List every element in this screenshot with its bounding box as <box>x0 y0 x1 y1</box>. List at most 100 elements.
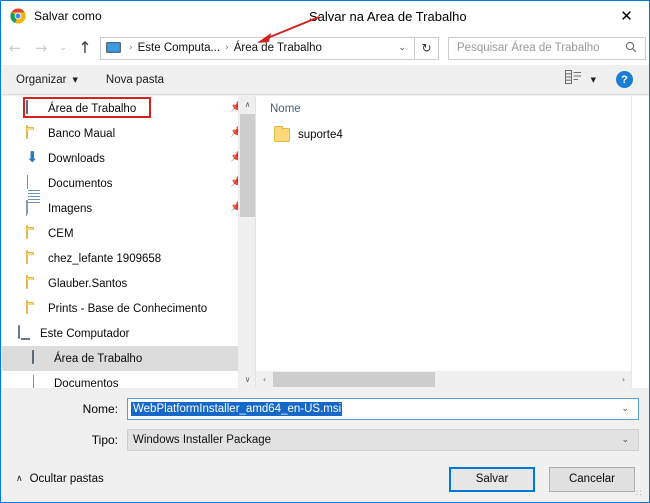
annotation-note: Salvar na Area de Trabalho <box>309 9 467 24</box>
file-type-value: Windows Installer Package <box>133 434 272 446</box>
nav-item-label: Prints - Base de Conhecimento <box>48 302 208 315</box>
chevron-up-icon: ∧ <box>16 474 23 484</box>
file-name-row: Nome: WebPlatformInstaller_amd64_en-US.m… <box>2 397 649 421</box>
pictures-icon <box>26 199 42 217</box>
file-name-input[interactable]: WebPlatformInstaller_amd64_en-US.msi ⌄ <box>127 398 639 420</box>
sidebar-item[interactable]: Prints - Base de Conhecimento <box>2 296 255 321</box>
column-header-row: Nome <box>256 96 632 122</box>
scroll-down-icon[interactable]: ∨ <box>239 371 255 388</box>
sidebar-item[interactable]: Glauber.Santos <box>2 271 255 296</box>
folder-icon <box>26 124 42 142</box>
chevron-down-icon[interactable]: ⌄ <box>390 43 414 53</box>
refresh-icon[interactable]: ↻ <box>415 36 439 60</box>
sidebar-item[interactable]: ⬇ Downloads 📌 <box>2 146 255 171</box>
chevron-down-icon: ▼ <box>590 75 596 84</box>
chrome-icon <box>10 8 26 24</box>
hide-folders-button[interactable]: ∧ Ocultar pastas <box>16 473 104 485</box>
search-placeholder: Pesquisar Área de Trabalho <box>457 42 600 54</box>
nav-item-label: CEM <box>48 227 74 240</box>
navigation-pane: Área de Trabalho 📌 Banco Maual 📌 ⬇ Downloads 📌… <box>2 96 255 388</box>
nav-item-label: Banco Maual <box>48 127 116 140</box>
sidebar-item[interactable]: Documentos 📌 <box>2 171 255 216</box>
downloads-icon: ⬇ <box>26 147 39 166</box>
file-row[interactable]: suporte4 <box>256 122 632 148</box>
sidebar-item[interactable]: chez_lefante 1909658 <box>2 246 255 271</box>
pane-edge <box>631 96 632 388</box>
back-button[interactable]: ← <box>2 40 28 56</box>
this-pc-icon <box>106 42 121 54</box>
save-form: Nome: WebPlatformInstaller_amd64_en-US.m… <box>2 388 649 456</box>
close-icon[interactable]: ✕ <box>604 1 649 31</box>
nav-item-label: Área de Trabalho <box>54 352 143 365</box>
scroll-up-icon[interactable]: ∧ <box>239 96 255 113</box>
file-list-horizontal-scrollbar[interactable]: ‹ › <box>256 371 632 388</box>
scroll-right-icon[interactable]: › <box>615 371 632 388</box>
file-type-label: Tipo: <box>91 433 118 447</box>
view-layout-icon <box>564 70 582 89</box>
sidebar-scrollbar[interactable]: ∧ ∨ <box>238 96 255 388</box>
quick-access-list: Área de Trabalho 📌 Banco Maual 📌 ⬇ Downloads 📌… <box>2 96 255 321</box>
document-icon <box>32 374 48 388</box>
forward-button[interactable]: → <box>28 40 54 56</box>
address-bar[interactable]: › Este Computa... › Área de Trabalho ⌄ <box>100 36 415 60</box>
nav-item-label: Glauber.Santos <box>48 277 128 290</box>
file-name-label: Nome: <box>82 402 118 416</box>
recent-locations-icon[interactable]: ⌄ <box>54 43 72 53</box>
resize-grip[interactable]: ∷ <box>636 490 646 500</box>
cancel-button[interactable]: Cancelar <box>549 466 635 492</box>
command-toolbar: Organizar ▼ Nova pasta ▼ ? <box>2 65 649 95</box>
file-list-pane: Nome suporte4 ‹ › <box>256 96 632 388</box>
organize-button[interactable]: Organizar ▼ <box>16 74 78 86</box>
nav-item-label: Documentos <box>48 177 113 190</box>
this-pc-list: Este Computador Área de Trabalho Documento… <box>2 321 255 388</box>
chevron-down-icon[interactable]: ⌄ <box>612 435 638 445</box>
hide-folders-label: Ocultar pastas <box>29 473 104 485</box>
file-row-name: suporte4 <box>298 129 343 141</box>
sidebar-item[interactable]: Banco Maual 📌 <box>2 121 255 146</box>
window-title: Salvar como <box>34 9 102 23</box>
breadcrumb-item-this-pc[interactable]: Este Computa... <box>138 42 220 54</box>
nav-item-label: Downloads <box>48 152 105 165</box>
sidebar-item[interactable]: Área de Trabalho <box>2 346 255 371</box>
folder-icon <box>26 249 42 267</box>
this-pc-icon <box>18 324 34 342</box>
nav-item-label: Imagens <box>48 202 93 215</box>
file-rows: suporte4 <box>256 122 632 148</box>
change-view-button[interactable]: ▼ <box>564 70 596 89</box>
folder-icon <box>26 224 42 242</box>
nav-item-label: chez_lefante 1909658 <box>48 252 162 265</box>
folder-icon <box>26 274 42 292</box>
scrollbar-thumb[interactable] <box>240 114 255 217</box>
chevron-down-icon[interactable]: ⌄ <box>612 404 638 414</box>
breadcrumb-item-desktop[interactable]: Área de Trabalho <box>234 42 322 54</box>
document-icon <box>26 174 42 216</box>
up-button[interactable]: ↑ <box>72 40 98 56</box>
content-panes: Área de Trabalho 📌 Banco Maual 📌 ⬇ Downloads 📌… <box>2 96 649 388</box>
folder-icon <box>274 126 290 142</box>
scroll-left-icon[interactable]: ‹ <box>256 371 273 388</box>
folder-icon <box>26 299 42 317</box>
new-folder-button[interactable]: Nova pasta <box>106 74 164 86</box>
sidebar-item[interactable]: Documentos <box>2 371 255 388</box>
sidebar-item[interactable]: CEM <box>2 221 255 246</box>
scrollbar-thumb[interactable] <box>273 372 435 387</box>
navigation-bar: ← → ⌄ ↑ › Este Computa... › Área de Trab… <box>2 31 649 65</box>
save-button[interactable]: Salvar <box>449 466 535 492</box>
nav-item-label: Este Computador <box>40 327 130 340</box>
organize-label: Organizar <box>16 73 67 86</box>
sidebar-item-this-pc[interactable]: Este Computador <box>2 321 255 346</box>
annotation-highlight-box <box>23 97 151 118</box>
sidebar-item[interactable]: Imagens 📌 <box>2 196 255 221</box>
help-button[interactable]: ? <box>616 71 633 88</box>
chevron-down-icon: ▼ <box>72 75 78 84</box>
search-box[interactable]: Pesquisar Área de Trabalho <box>448 36 646 60</box>
search-icon <box>625 41 637 56</box>
breadcrumb-separator: › <box>225 43 229 53</box>
nav-item-label: Documentos <box>54 377 119 389</box>
dialog-footer: ∧ Ocultar pastas Salvar Cancelar ∷ <box>2 456 649 502</box>
file-type-row: Tipo: Windows Installer Package ⌄ <box>2 428 649 452</box>
file-type-select[interactable]: Windows Installer Package ⌄ <box>127 429 639 451</box>
desktop-icon <box>32 349 48 367</box>
save-as-dialog: Salvar como ✕ ← → ⌄ ↑ › Este Computa... … <box>0 0 650 503</box>
column-header-nome[interactable]: Nome <box>270 103 301 115</box>
